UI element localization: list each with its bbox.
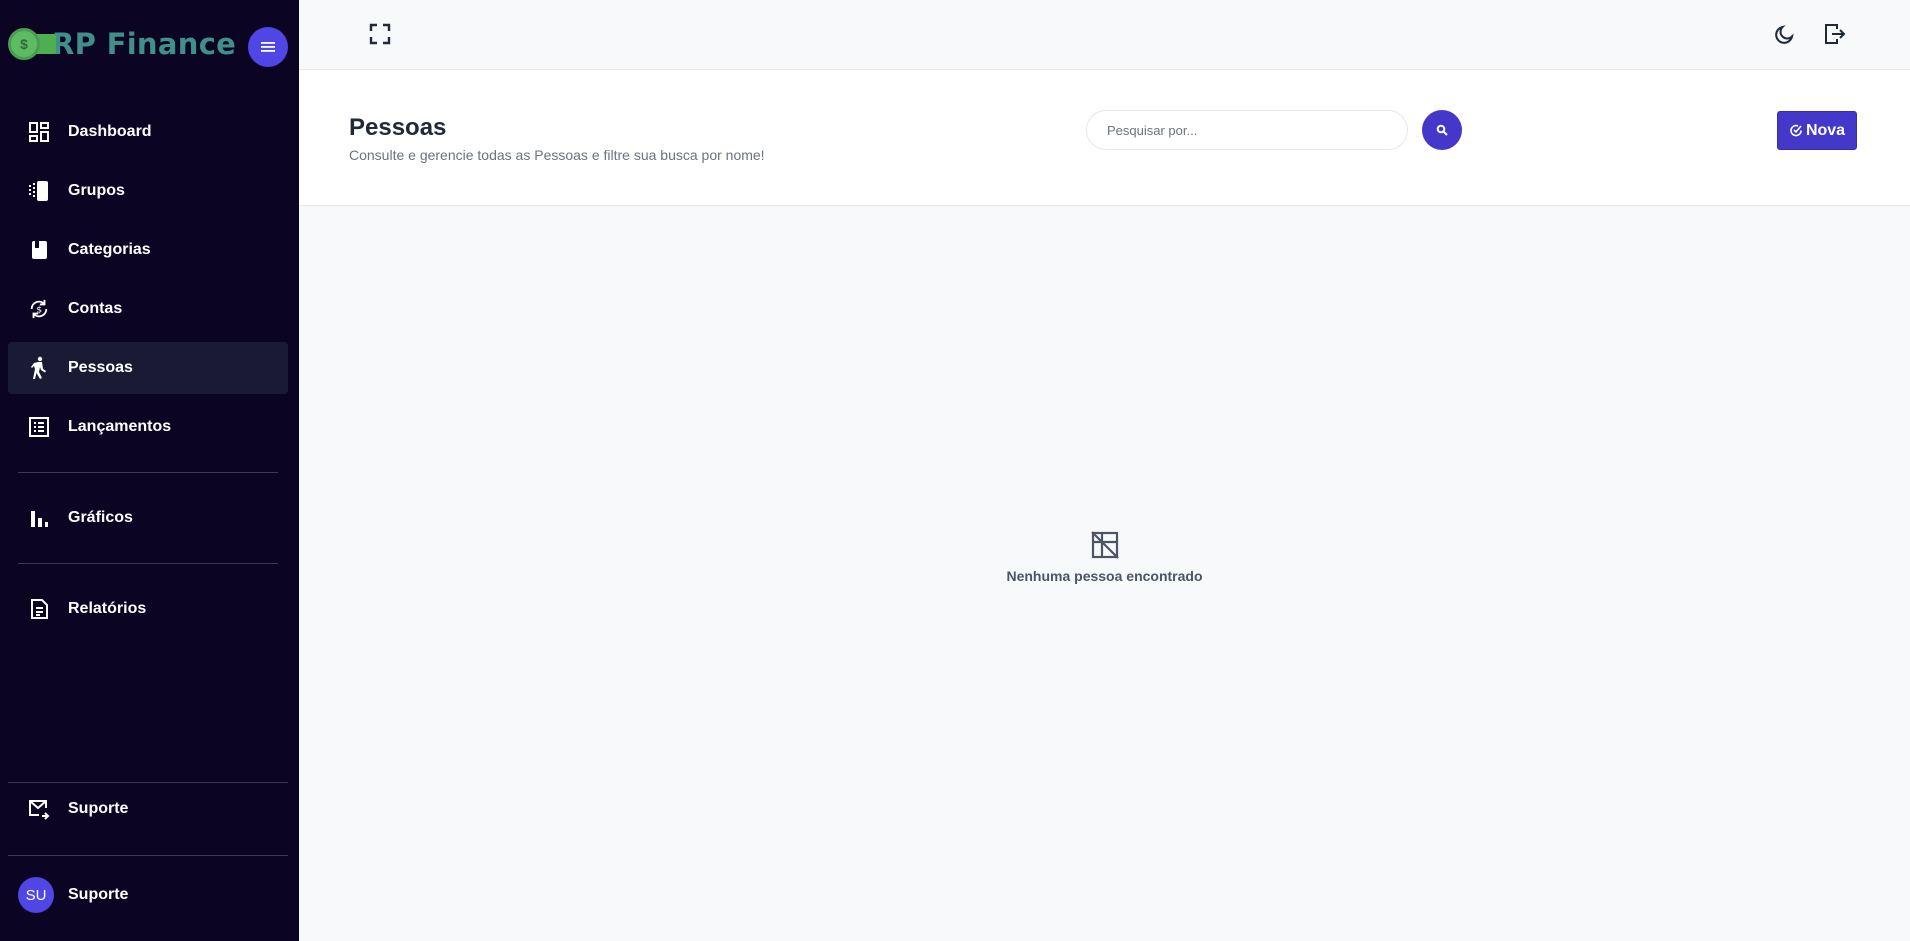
- svg-text:$: $: [36, 305, 42, 316]
- book-icon: [28, 239, 50, 261]
- sidebar-nav: Dashboard Grupos Categorias $ Contas Pes…: [8, 106, 288, 635]
- brand-logo[interactable]: $ RP Finance: [8, 24, 236, 64]
- logout-icon: [1825, 24, 1846, 44]
- user-name: Suporte: [68, 886, 129, 903]
- logout-button[interactable]: [1823, 22, 1847, 46]
- sidebar-item-label: Grupos: [68, 182, 125, 199]
- fullscreen-icon: [369, 23, 391, 45]
- sidebar-item-relatorios[interactable]: Relatórios: [8, 583, 288, 635]
- empty-message: Nenhuma pessoa encontrado: [1006, 568, 1203, 584]
- currency-exchange-icon: $: [28, 298, 50, 320]
- search-icon: [1436, 124, 1448, 136]
- page-header: Pessoas Consulte e gerencie todas as Pes…: [299, 70, 1910, 206]
- topbar: [299, 0, 1910, 70]
- user-profile[interactable]: SU Suporte: [8, 873, 288, 917]
- document-icon: [28, 598, 50, 620]
- sidebar-item-categorias[interactable]: Categorias: [8, 224, 288, 276]
- sidebar-item-label: Dashboard: [68, 123, 152, 140]
- sidebar-item-label: Lançamentos: [68, 418, 172, 435]
- search-button[interactable]: [1422, 110, 1462, 150]
- sidebar-item-label: Contas: [68, 300, 123, 317]
- nav-divider: [18, 563, 278, 564]
- search-input[interactable]: [1086, 110, 1408, 150]
- fullscreen-button[interactable]: [368, 22, 392, 46]
- page-title: Pessoas: [349, 114, 447, 141]
- brand-name: RP Finance: [52, 27, 237, 61]
- theme-toggle-button[interactable]: [1773, 22, 1797, 46]
- coin-icon: $: [8, 28, 40, 60]
- footer-divider: [8, 782, 288, 783]
- hamburger-icon: [261, 42, 275, 52]
- support-button[interactable]: Suporte: [8, 786, 288, 832]
- groups-icon: [28, 180, 50, 202]
- mail-forward-icon: [28, 798, 50, 820]
- support-label: Suporte: [68, 800, 129, 817]
- sidebar-item-graficos[interactable]: Gráficos: [8, 492, 288, 544]
- list-icon: [28, 416, 50, 438]
- menu-toggle-button[interactable]: [248, 27, 288, 67]
- avatar: SU: [18, 877, 54, 913]
- page-subtitle: Consulte e gerencie todas as Pessoas e f…: [349, 147, 765, 163]
- sidebar-item-label: Categorias: [68, 241, 151, 258]
- new-button-label: Nova: [1805, 121, 1846, 139]
- no-data-table-icon: [1090, 530, 1120, 560]
- sidebar-item-pessoas[interactable]: Pessoas: [8, 342, 288, 394]
- sidebar: $ RP Finance Dashboard Grupos Categorias: [0, 0, 299, 941]
- sidebar-item-label: Relatórios: [68, 600, 147, 617]
- sidebar-item-lancamentos[interactable]: Lançamentos: [8, 401, 288, 453]
- sidebar-item-label: Pessoas: [68, 359, 133, 376]
- empty-state: Nenhuma pessoa encontrado: [299, 530, 1910, 584]
- sidebar-item-contas[interactable]: $ Contas: [8, 283, 288, 335]
- sidebar-item-label: Gráficos: [68, 509, 133, 526]
- add-check-icon: [1790, 124, 1802, 137]
- footer-divider: [8, 855, 288, 856]
- coin-symbol: $: [20, 36, 28, 52]
- dashboard-icon: [28, 121, 50, 143]
- nav-divider: [18, 472, 278, 473]
- sidebar-item-dashboard[interactable]: Dashboard: [8, 106, 288, 158]
- new-person-button[interactable]: Nova: [1777, 111, 1857, 150]
- walking-person-icon: [28, 356, 50, 379]
- sidebar-item-grupos[interactable]: Grupos: [8, 165, 288, 217]
- bar-chart-icon: [28, 507, 50, 529]
- moon-icon: [1775, 25, 1794, 44]
